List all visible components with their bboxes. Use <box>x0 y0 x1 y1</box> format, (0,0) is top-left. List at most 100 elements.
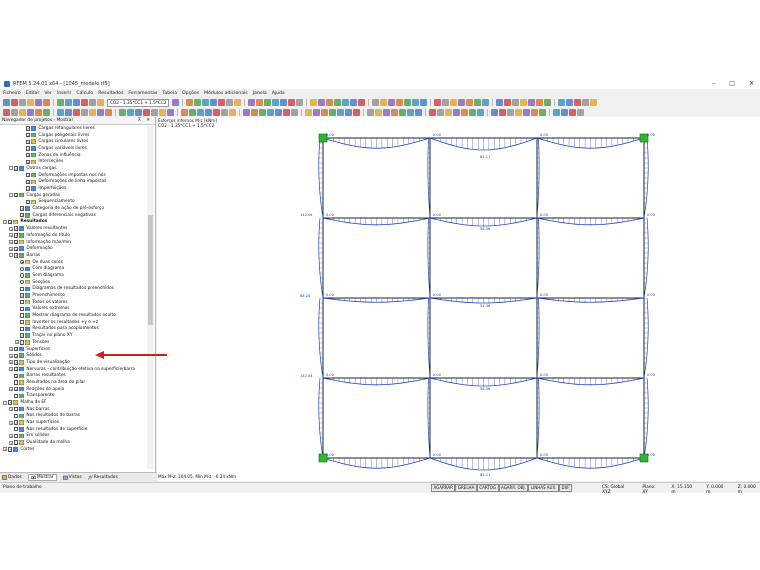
toolbar-button-icon[interactable] <box>466 99 474 106</box>
toolbar-button-icon[interactable] <box>226 99 234 106</box>
dxf-toggle[interactable]: DXF <box>558 484 573 492</box>
tree-item[interactable]: Cargas circulares livres <box>0 138 147 145</box>
radio-button[interactable] <box>20 273 25 278</box>
radio-button[interactable] <box>20 266 25 271</box>
checkbox[interactable] <box>20 306 25 312</box>
expander-icon[interactable]: + <box>9 433 13 439</box>
toolbar-button-icon[interactable] <box>512 99 520 106</box>
structure-diagram[interactable]: 82.11 82.11 142.04 84.20 142.04 58.56 52.36 58.… <box>157 117 760 477</box>
checkbox[interactable] <box>14 420 19 425</box>
checkbox[interactable] <box>14 440 19 445</box>
menu-calculate[interactable]: Cálculo <box>76 91 93 96</box>
toolbar-button-icon[interactable] <box>404 99 412 106</box>
checkbox[interactable] <box>20 206 25 211</box>
checkbox[interactable] <box>26 199 31 205</box>
tree-item[interactable]: + Informação máx/mín <box>0 239 147 246</box>
toolbar-button-icon[interactable] <box>569 109 576 116</box>
toolbar-button-icon[interactable] <box>205 109 212 116</box>
toolbar-button-icon[interactable] <box>388 99 396 106</box>
tree-item[interactable]: Com diagrama <box>0 265 147 272</box>
toolbar-button-icon[interactable] <box>558 99 566 106</box>
tree-item[interactable]: - Outras cargas <box>0 165 147 172</box>
tree-item[interactable]: Resultados na área do pilar <box>0 379 147 386</box>
expander-icon[interactable]: + <box>9 367 13 372</box>
expander-icon[interactable]: - <box>9 166 13 171</box>
toolbar-button-icon[interactable] <box>469 109 476 116</box>
toolbar-button-icon[interactable] <box>375 109 382 116</box>
toolbar-button-icon[interactable] <box>482 99 490 106</box>
toolbar-button-icon[interactable] <box>318 99 326 106</box>
tree-item[interactable]: - Cargas geradas <box>0 192 147 199</box>
object-snap-toggle[interactable]: AGARR. OBJ. <box>498 484 529 492</box>
toolbar-button-icon[interactable] <box>264 99 272 106</box>
toolbar-button-icon[interactable] <box>434 99 442 106</box>
checkbox[interactable] <box>14 246 19 251</box>
tree-item[interactable]: Sequenciamento <box>0 199 147 206</box>
toolbar-button-icon[interactable] <box>135 109 142 116</box>
tree-item[interactable]: + Qualidade da malha <box>0 439 147 446</box>
tree-item[interactable]: De duas cores <box>0 259 147 266</box>
toolbar-button-icon[interactable] <box>275 109 282 116</box>
toolbar-button-icon[interactable] <box>57 109 64 116</box>
tree-item[interactable]: Zonas de influência <box>0 152 147 159</box>
checkbox[interactable] <box>26 152 31 158</box>
tree-item[interactable]: Sem diagrama <box>0 272 147 279</box>
tree-item[interactable]: + Informação do título <box>0 232 147 239</box>
toolbar-button-icon[interactable] <box>3 99 10 106</box>
menu-results[interactable]: Resultados <box>98 91 123 96</box>
toolbar-button-icon[interactable] <box>248 99 256 106</box>
toolbar-button-icon[interactable] <box>283 109 290 116</box>
tree-item[interactable]: Cargas variáveis livres <box>0 145 147 152</box>
checkbox[interactable] <box>26 172 31 178</box>
toolbar-button-icon[interactable] <box>19 99 26 106</box>
menu-table[interactable]: Tabela <box>162 91 177 96</box>
guidelines-toggle[interactable]: LINHAS AUX. <box>528 484 559 492</box>
scrollbar-thumb[interactable] <box>148 215 153 325</box>
tree-item[interactable]: Resultados para acoplamentos <box>0 326 147 333</box>
toolbar-button-icon[interactable] <box>11 109 18 116</box>
tab-results[interactable]: Resultados <box>87 475 118 480</box>
tree-item[interactable]: Mostrar diagrama de resultados oculto <box>0 312 147 319</box>
toolbar-button-icon[interactable] <box>194 99 202 106</box>
toolbar-button-icon[interactable] <box>531 109 538 116</box>
toolbar-button-icon[interactable] <box>186 99 194 106</box>
toolbar-button-icon[interactable] <box>310 99 318 106</box>
navigator-scrollbar[interactable] <box>147 125 154 469</box>
checkbox[interactable] <box>14 360 19 365</box>
toolbar-button-icon[interactable] <box>329 109 336 116</box>
toolbar-button-icon[interactable] <box>189 109 196 116</box>
checkbox[interactable] <box>20 340 25 345</box>
checkbox[interactable] <box>14 407 19 412</box>
tree-item[interactable]: - Barras <box>0 252 147 259</box>
toolbar-button-icon[interactable] <box>496 99 504 106</box>
checkbox[interactable] <box>14 380 19 385</box>
toolbar-button-icon[interactable] <box>407 109 414 116</box>
toolbar-button-icon[interactable] <box>520 99 528 106</box>
toolbar-button-icon[interactable] <box>81 99 88 106</box>
toolbar-button-icon[interactable] <box>590 99 598 106</box>
toolbar-button-icon[interactable] <box>105 109 112 116</box>
toolbar-button-icon[interactable] <box>243 109 250 116</box>
toolbar-button-icon[interactable] <box>499 109 506 116</box>
toolbar-button-icon[interactable] <box>442 99 450 106</box>
toolbar-button-icon[interactable] <box>429 109 436 116</box>
tree-item[interactable]: Barras resultantes <box>0 372 147 379</box>
toolbar-button-icon[interactable] <box>561 109 568 116</box>
checkbox[interactable] <box>14 346 19 352</box>
tree-item[interactable]: Nos resultados de barras <box>0 413 147 420</box>
toolbar-button-icon[interactable] <box>159 109 166 116</box>
toolbar-button-icon[interactable] <box>11 99 18 106</box>
expander-icon[interactable]: + <box>15 340 19 345</box>
tree-item[interactable]: + Nas superfícies <box>0 419 147 426</box>
menu-tools[interactable]: Ferramentas <box>128 91 157 96</box>
tree-item[interactable]: Diagramas de resultados preenchidos <box>0 286 147 293</box>
tree-item[interactable]: Imperfeições <box>0 185 147 192</box>
toolbar-button-icon[interactable] <box>353 109 360 116</box>
expander-icon[interactable]: + <box>9 240 13 245</box>
toolbar-button-icon[interactable] <box>326 99 334 106</box>
checkbox[interactable] <box>14 353 19 358</box>
expander-icon[interactable]: + <box>9 246 13 252</box>
toolbar-button-icon[interactable] <box>391 109 398 116</box>
toolbar-button-icon[interactable] <box>57 99 64 106</box>
tab-display[interactable]: Mostrar <box>27 474 57 481</box>
